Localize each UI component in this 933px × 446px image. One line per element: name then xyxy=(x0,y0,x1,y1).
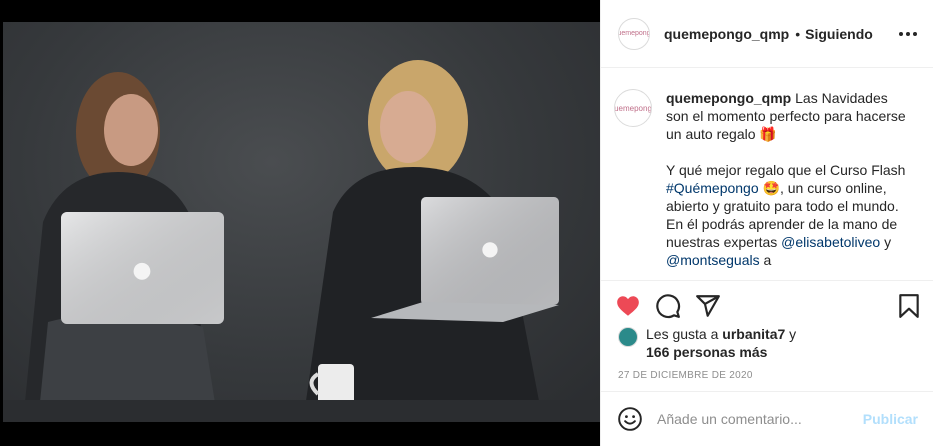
hashtag-link[interactable]: #Quémepongo xyxy=(666,180,759,196)
svg-text:●: ● xyxy=(132,258,151,283)
caption-line-2c: a xyxy=(759,252,772,268)
right-woman-face xyxy=(380,91,436,163)
smiley-icon[interactable] xyxy=(617,406,643,432)
publish-button[interactable]: Publicar xyxy=(863,411,918,427)
more-horizontal-icon[interactable] xyxy=(896,24,920,44)
comment-input[interactable] xyxy=(657,411,863,427)
author-avatar[interactable]: quemepongo xyxy=(618,17,650,50)
left-laptop: ● xyxy=(61,212,224,324)
post-side-panel: quemepongo quemepongo_qmp • Siguiendo qu… xyxy=(600,0,933,446)
comment-box: Publicar xyxy=(601,391,933,446)
likes-others-link[interactable]: 166 personas más xyxy=(646,344,767,360)
post-header: quemepongo quemepongo_qmp • Siguiendo xyxy=(601,0,933,68)
author-username[interactable]: quemepongo_qmp xyxy=(664,26,789,42)
photo-scene: ● ● xyxy=(3,22,600,422)
share-icon[interactable] xyxy=(695,293,721,319)
liker-avatar[interactable] xyxy=(618,327,638,347)
liker-username[interactable]: urbanita7 xyxy=(722,326,785,342)
likes-summary: Les gusta a urbanita7 y 166 personas más xyxy=(618,325,796,361)
photo-illustration: ● ● xyxy=(23,60,559,422)
action-buttons xyxy=(615,293,721,319)
mention-link-1[interactable]: @elisabetoliveo xyxy=(781,234,880,250)
bookmark-icon[interactable] xyxy=(896,293,922,319)
likes-prefix: Les gusta a xyxy=(646,326,723,342)
post-photo[interactable]: ● ● xyxy=(0,0,600,446)
left-woman-face xyxy=(104,94,158,166)
avatar-logo-text: quemepongo xyxy=(619,30,649,37)
mention-link-2[interactable]: @montseguals xyxy=(666,252,760,268)
comment-icon[interactable] xyxy=(655,293,681,319)
caption-avatar[interactable]: quemepongo xyxy=(614,89,652,127)
avatar-logo-text: quemepongo xyxy=(614,103,652,113)
caption-text: quemepongo_qmp Las Navidades son el mome… xyxy=(666,89,912,280)
post-actions: Les gusta a urbanita7 y 166 personas más… xyxy=(601,280,933,391)
likes-text: Les gusta a urbanita7 y 166 personas más xyxy=(646,325,796,361)
header-separator: • xyxy=(795,25,801,42)
caption-line-2a: Y qué mejor regalo que el Curso Flash xyxy=(666,162,906,178)
caption-and: y xyxy=(880,234,892,250)
caption-area: quemepongo quemepongo_qmp Las Navidades … xyxy=(601,69,933,280)
photo-floor xyxy=(3,400,600,422)
heart-filled-icon[interactable] xyxy=(615,293,641,319)
caption-username[interactable]: quemepongo_qmp xyxy=(666,90,791,106)
following-button[interactable]: Siguiendo xyxy=(805,26,873,42)
post-date[interactable]: 27 DE DICIEMBRE DE 2020 xyxy=(618,370,753,381)
likes-connector: y xyxy=(785,326,797,342)
svg-text:●: ● xyxy=(481,236,498,260)
